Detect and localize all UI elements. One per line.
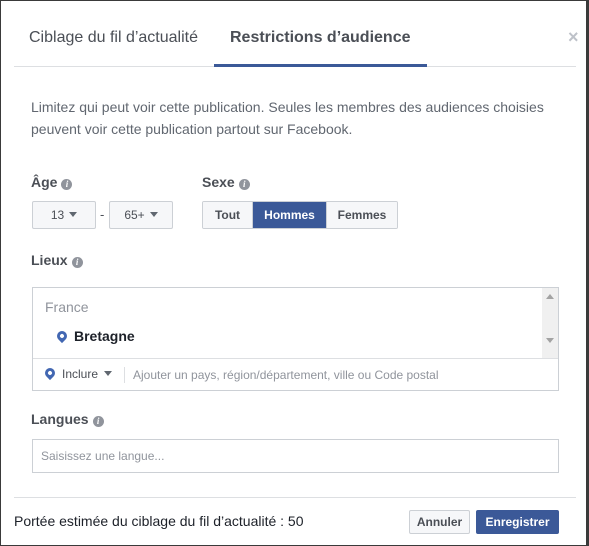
age-separator: - [100,207,105,222]
locations-list: France Bretagne [33,288,558,359]
tab-audience-restrictions[interactable]: Restrictions d’audience [230,29,411,47]
info-icon[interactable]: i [238,179,250,190]
location-pin-icon [54,328,70,344]
locations-box: France Bretagne Inclure [32,287,559,391]
location-pin-icon [42,365,58,381]
include-dropdown[interactable]: Inclure [42,365,113,381]
location-item[interactable]: Bretagne [54,328,135,344]
chevron-down-icon [104,371,113,376]
location-country: France [45,299,89,315]
cancel-button[interactable]: Annuler [409,510,470,534]
gender-option-men[interactable]: Hommes [253,202,326,228]
chevron-down-icon [69,212,78,217]
languages-label: Langues i [31,411,104,427]
scroll-up-icon[interactable] [546,294,554,299]
gender-option-all[interactable]: Tout [203,202,253,228]
estimated-reach-text: Portée estimée du ciblage du fil d’actua… [14,513,304,529]
info-icon[interactable]: i [92,416,104,427]
location-input-row: Inclure [33,360,558,390]
age-max-dropdown[interactable]: 65+ [109,201,173,229]
info-icon[interactable]: i [61,179,73,190]
gender-label: Sexe i [202,174,250,190]
active-tab-indicator [214,64,427,67]
scroll-down-icon[interactable] [546,338,554,343]
tab-bar: Ciblage du fil d’actualité Restrictions … [14,1,579,67]
gender-option-women[interactable]: Femmes [326,202,397,228]
audience-restrictions-dialog: Ciblage du fil d’actualité Restrictions … [1,1,587,545]
age-label: Âge i [31,174,73,190]
language-input[interactable] [32,439,559,473]
save-button[interactable]: Enregistrer [476,510,559,534]
gender-segmented-control: Tout Hommes Femmes [202,201,398,229]
divider [124,367,125,383]
chevron-down-icon [149,212,158,217]
description-text: Limitez qui peut voir cette publication.… [31,99,544,137]
scrollbar[interactable] [542,288,558,358]
footer-divider [14,497,576,498]
location-search-input[interactable] [133,364,543,386]
age-min-dropdown[interactable]: 13 [32,201,96,229]
info-icon[interactable]: i [71,257,83,268]
close-icon[interactable]: × [568,28,579,46]
tab-news-feed-targeting[interactable]: Ciblage du fil d’actualité [29,29,198,47]
locations-label: Lieux i [31,252,83,268]
